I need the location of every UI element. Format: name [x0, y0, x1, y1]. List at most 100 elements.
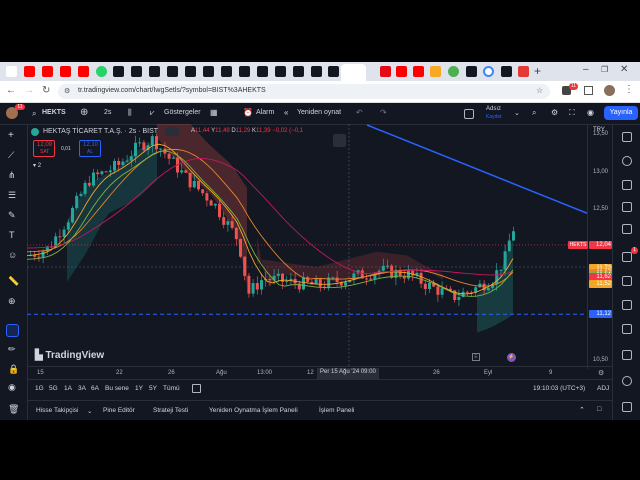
- forward-icon[interactable]: →: [24, 85, 34, 96]
- tradingview-tab-icon[interactable]: [221, 66, 232, 77]
- symbol-name[interactable]: HEKTS: [42, 109, 66, 116]
- youtube-tab-icon[interactable]: [42, 66, 53, 77]
- axis-settings-icon[interactable]: ⚙: [598, 369, 604, 377]
- tradingview-tab-icon[interactable]: [131, 66, 142, 77]
- maps-tab-icon[interactable]: [448, 66, 459, 77]
- tab-stock-screener[interactable]: Hisse Takipçisi: [36, 407, 79, 414]
- range-5y[interactable]: 5Y: [149, 385, 157, 392]
- publish-button[interactable]: Yayınla: [604, 106, 638, 120]
- screener-chevron-icon[interactable]: ⌄: [87, 407, 92, 415]
- range-3m[interactable]: 3A: [78, 385, 86, 392]
- back-icon[interactable]: ←: [6, 85, 16, 96]
- lock-drawings-icon[interactable]: ✏: [8, 344, 16, 355]
- watchlist-icon[interactable]: [622, 132, 632, 142]
- ellipsis-icon[interactable]: [622, 402, 632, 412]
- news-icon[interactable]: [622, 324, 632, 334]
- symbol-title[interactable]: HEKTAŞ TİCARET T.A.Ş. · 2s · BIST: [43, 128, 158, 135]
- layout-chevron-icon[interactable]: ⌄: [514, 109, 520, 117]
- tradingview-tab-icon[interactable]: [149, 66, 160, 77]
- tradingview-tab-icon[interactable]: [167, 66, 178, 77]
- minimize-icon[interactable]: –: [583, 64, 589, 75]
- chart-pane[interactable]: HEKTAŞ TİCARET T.A.Ş. · 2s · BIST A11,44…: [27, 124, 587, 369]
- range-1m[interactable]: 1A: [64, 385, 72, 392]
- replay-button[interactable]: Yeniden oynat: [297, 109, 341, 116]
- tradingview-tab-icon[interactable]: [466, 66, 477, 77]
- tradingview-tab-icon[interactable]: [275, 66, 286, 77]
- collapse-panel-icon[interactable]: ⌃: [579, 406, 585, 414]
- undo-icon[interactable]: ↶: [356, 108, 363, 117]
- indicators-button[interactable]: Göstergeler: [164, 109, 201, 116]
- tab-strategy-tester[interactable]: Strateji Testi: [153, 407, 188, 414]
- flipboard-tab-icon[interactable]: [518, 66, 529, 77]
- pitchfork-icon[interactable]: ⋔: [8, 170, 16, 181]
- range-1d[interactable]: 1G: [35, 385, 44, 392]
- tab-dropdown-icon[interactable]: [6, 66, 17, 77]
- sidepanel-icon[interactable]: [584, 86, 593, 95]
- tradingview-tab-icon[interactable]: [113, 66, 124, 77]
- help-icon[interactable]: [622, 350, 632, 360]
- symbol-search-icon[interactable]: ⌕: [32, 109, 36, 119]
- tab-replay-trading-panel[interactable]: Yeniden Oynatma İşlem Paneli: [209, 407, 298, 414]
- chat-icon[interactable]: [622, 252, 632, 262]
- data-window-icon[interactable]: [622, 180, 632, 190]
- tradingview-tab-icon[interactable]: [257, 66, 268, 77]
- calendar-icon[interactable]: [622, 224, 632, 234]
- adj-toggle[interactable]: ADJ: [597, 385, 609, 392]
- buy-button[interactable]: 12,10 AL: [79, 140, 101, 157]
- indicators-collapse[interactable]: ▾ 2: [33, 162, 41, 169]
- alarm-clock-icon[interactable]: ⏰: [243, 108, 253, 117]
- magnet-icon[interactable]: [6, 324, 19, 337]
- settings-gear-icon[interactable]: ⚙: [551, 108, 558, 117]
- ruler-icon[interactable]: 📏: [8, 276, 19, 287]
- emoji-icon[interactable]: ☺: [8, 250, 17, 260]
- alarm-button[interactable]: Alarm: [256, 109, 274, 116]
- tradingview-tab-icon[interactable]: [328, 66, 339, 77]
- events-e-icon[interactable]: E: [472, 353, 480, 361]
- visibility-eye-icon[interactable]: ◉: [8, 382, 16, 393]
- hotlist-icon[interactable]: [622, 202, 632, 212]
- zoom-in-icon[interactable]: ⊕: [8, 296, 16, 307]
- goto-date-icon[interactable]: [192, 384, 201, 393]
- tab-pine-editor[interactable]: Pine Editör: [103, 407, 135, 414]
- layouts-icon[interactable]: ▦: [210, 108, 218, 117]
- site-tab-icon[interactable]: [430, 66, 441, 77]
- tradingview-tab-icon[interactable]: [239, 66, 250, 77]
- youtube-tab-icon[interactable]: [78, 66, 89, 77]
- price-axis[interactable]: TRY 13,50 13,00 12,50 10,50 12,0411,7411…: [587, 124, 613, 369]
- netflix-tab-icon[interactable]: [380, 66, 391, 77]
- maximize-panel-icon[interactable]: □: [597, 406, 601, 413]
- layout-save-status[interactable]: Kaydet: [486, 114, 502, 120]
- range-6m[interactable]: 6A: [91, 385, 99, 392]
- bookmark-star-icon[interactable]: ☆: [536, 86, 543, 95]
- layout-name[interactable]: Adsız: [486, 106, 501, 112]
- menu-dots-icon[interactable]: ⋮: [624, 84, 634, 95]
- youtube-tab-icon[interactable]: [60, 66, 71, 77]
- tradingview-tab-icon[interactable]: [293, 66, 304, 77]
- trash-icon[interactable]: 🗑: [8, 404, 19, 415]
- indicators-icon[interactable]: ⩗: [150, 108, 155, 118]
- maximize-icon[interactable]: ❐: [601, 65, 608, 74]
- trend-line-icon[interactable]: ⟋: [8, 150, 14, 161]
- brush-icon[interactable]: ✎: [8, 210, 16, 221]
- fullscreen-icon[interactable]: ⛶: [569, 108, 575, 118]
- fib-retracement-icon[interactable]: ☰: [8, 190, 16, 201]
- lock-icon[interactable]: 🔒: [8, 364, 19, 375]
- avatar[interactable]: [604, 85, 615, 96]
- tradingview-tab-icon[interactable]: [185, 66, 196, 77]
- layout-select-icon[interactable]: [464, 109, 474, 119]
- redo-icon[interactable]: ↷: [380, 108, 387, 117]
- active-tab[interactable]: [341, 64, 366, 81]
- object-tree-icon[interactable]: [333, 134, 346, 147]
- range-1y[interactable]: 1Y: [135, 385, 143, 392]
- interval-selector[interactable]: 2s: [104, 109, 111, 116]
- address-bar[interactable]: ⚙ tr.tradingview.com/chart/IwgSetls/?sym…: [58, 84, 550, 99]
- tab-trading-panel[interactable]: İşlem Paneli: [319, 407, 354, 414]
- compare-add-icon[interactable]: ⊕: [80, 107, 88, 118]
- ideas-icon[interactable]: [622, 276, 632, 286]
- range-all[interactable]: Tümü: [163, 385, 180, 392]
- youtube-tab-icon[interactable]: [413, 66, 424, 77]
- site-info-icon[interactable]: ⚙: [64, 87, 70, 95]
- text-tool-icon[interactable]: T: [9, 230, 15, 240]
- new-tab-icon[interactable]: +: [534, 64, 541, 78]
- notifications-icon[interactable]: [622, 376, 632, 386]
